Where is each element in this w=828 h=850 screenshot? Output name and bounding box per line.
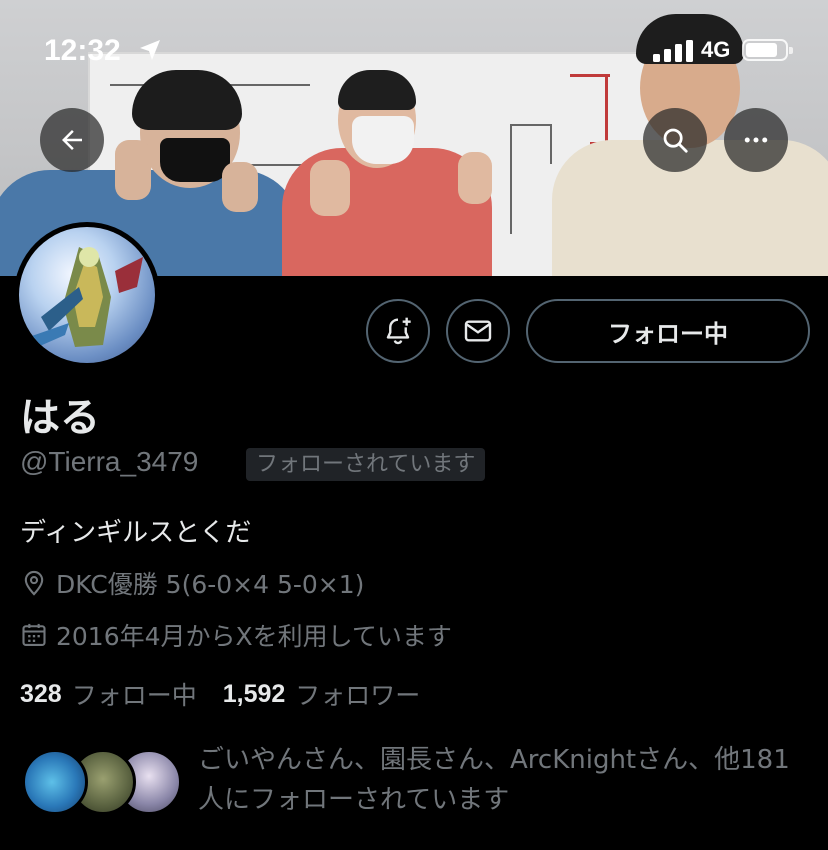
search-icon	[663, 128, 688, 153]
joined-text: 2016年4月からXを利用しています	[56, 622, 452, 651]
avatar-image	[19, 227, 155, 363]
search-button[interactable]	[643, 108, 707, 172]
following-button[interactable]: フォロー中	[526, 299, 810, 363]
followers-link[interactable]: 1,592 フォロワー	[223, 676, 421, 712]
notify-button[interactable]	[366, 299, 430, 363]
display-name: はる	[20, 395, 100, 441]
location-pin-icon	[24, 570, 44, 596]
follower-avatar-1	[22, 749, 88, 815]
following-count: 328	[20, 679, 62, 708]
following-label: フォロー中	[71, 681, 197, 710]
mail-icon	[464, 320, 492, 342]
user-handle: @Tierra_3479	[20, 446, 199, 477]
cellular-signal-icon	[653, 40, 693, 62]
followed-by-text[interactable]: ごいやんさん、園長さん、ArcKnightさん、他181人にフォローされています	[198, 740, 808, 820]
following-link[interactable]: 328 フォロー中	[20, 676, 197, 712]
more-horizontal-icon	[744, 137, 768, 143]
more-button[interactable]	[724, 108, 788, 172]
message-button[interactable]	[446, 299, 510, 363]
follow-counts: 328 フォロー中 1,592 フォロワー	[20, 676, 420, 712]
profile-avatar[interactable]	[14, 222, 160, 368]
arrow-left-icon	[62, 130, 82, 150]
status-bar: 12:32 4G	[0, 30, 828, 70]
profile-bio: ディンギルスとくだ	[20, 518, 252, 548]
status-time: 12:32	[44, 34, 121, 67]
network-type: 4G	[701, 37, 731, 62]
back-button[interactable]	[40, 108, 104, 172]
profile-location: DKC優勝 5(6-0×4 5-0×1)	[20, 566, 364, 600]
profile-joined: 2016年4月からXを利用しています	[20, 618, 452, 652]
battery-icon	[742, 39, 793, 61]
follows-you-badge: フォローされています	[246, 448, 486, 481]
location-services-icon	[140, 40, 160, 60]
followers-count: 1,592	[222, 679, 286, 708]
calendar-icon	[22, 623, 46, 646]
bell-plus-icon	[386, 317, 411, 345]
followed-by-avatars[interactable]	[20, 749, 182, 817]
followers-label: フォロワー	[295, 681, 421, 710]
location-text: DKC優勝 5(6-0×4 5-0×1)	[56, 570, 365, 599]
